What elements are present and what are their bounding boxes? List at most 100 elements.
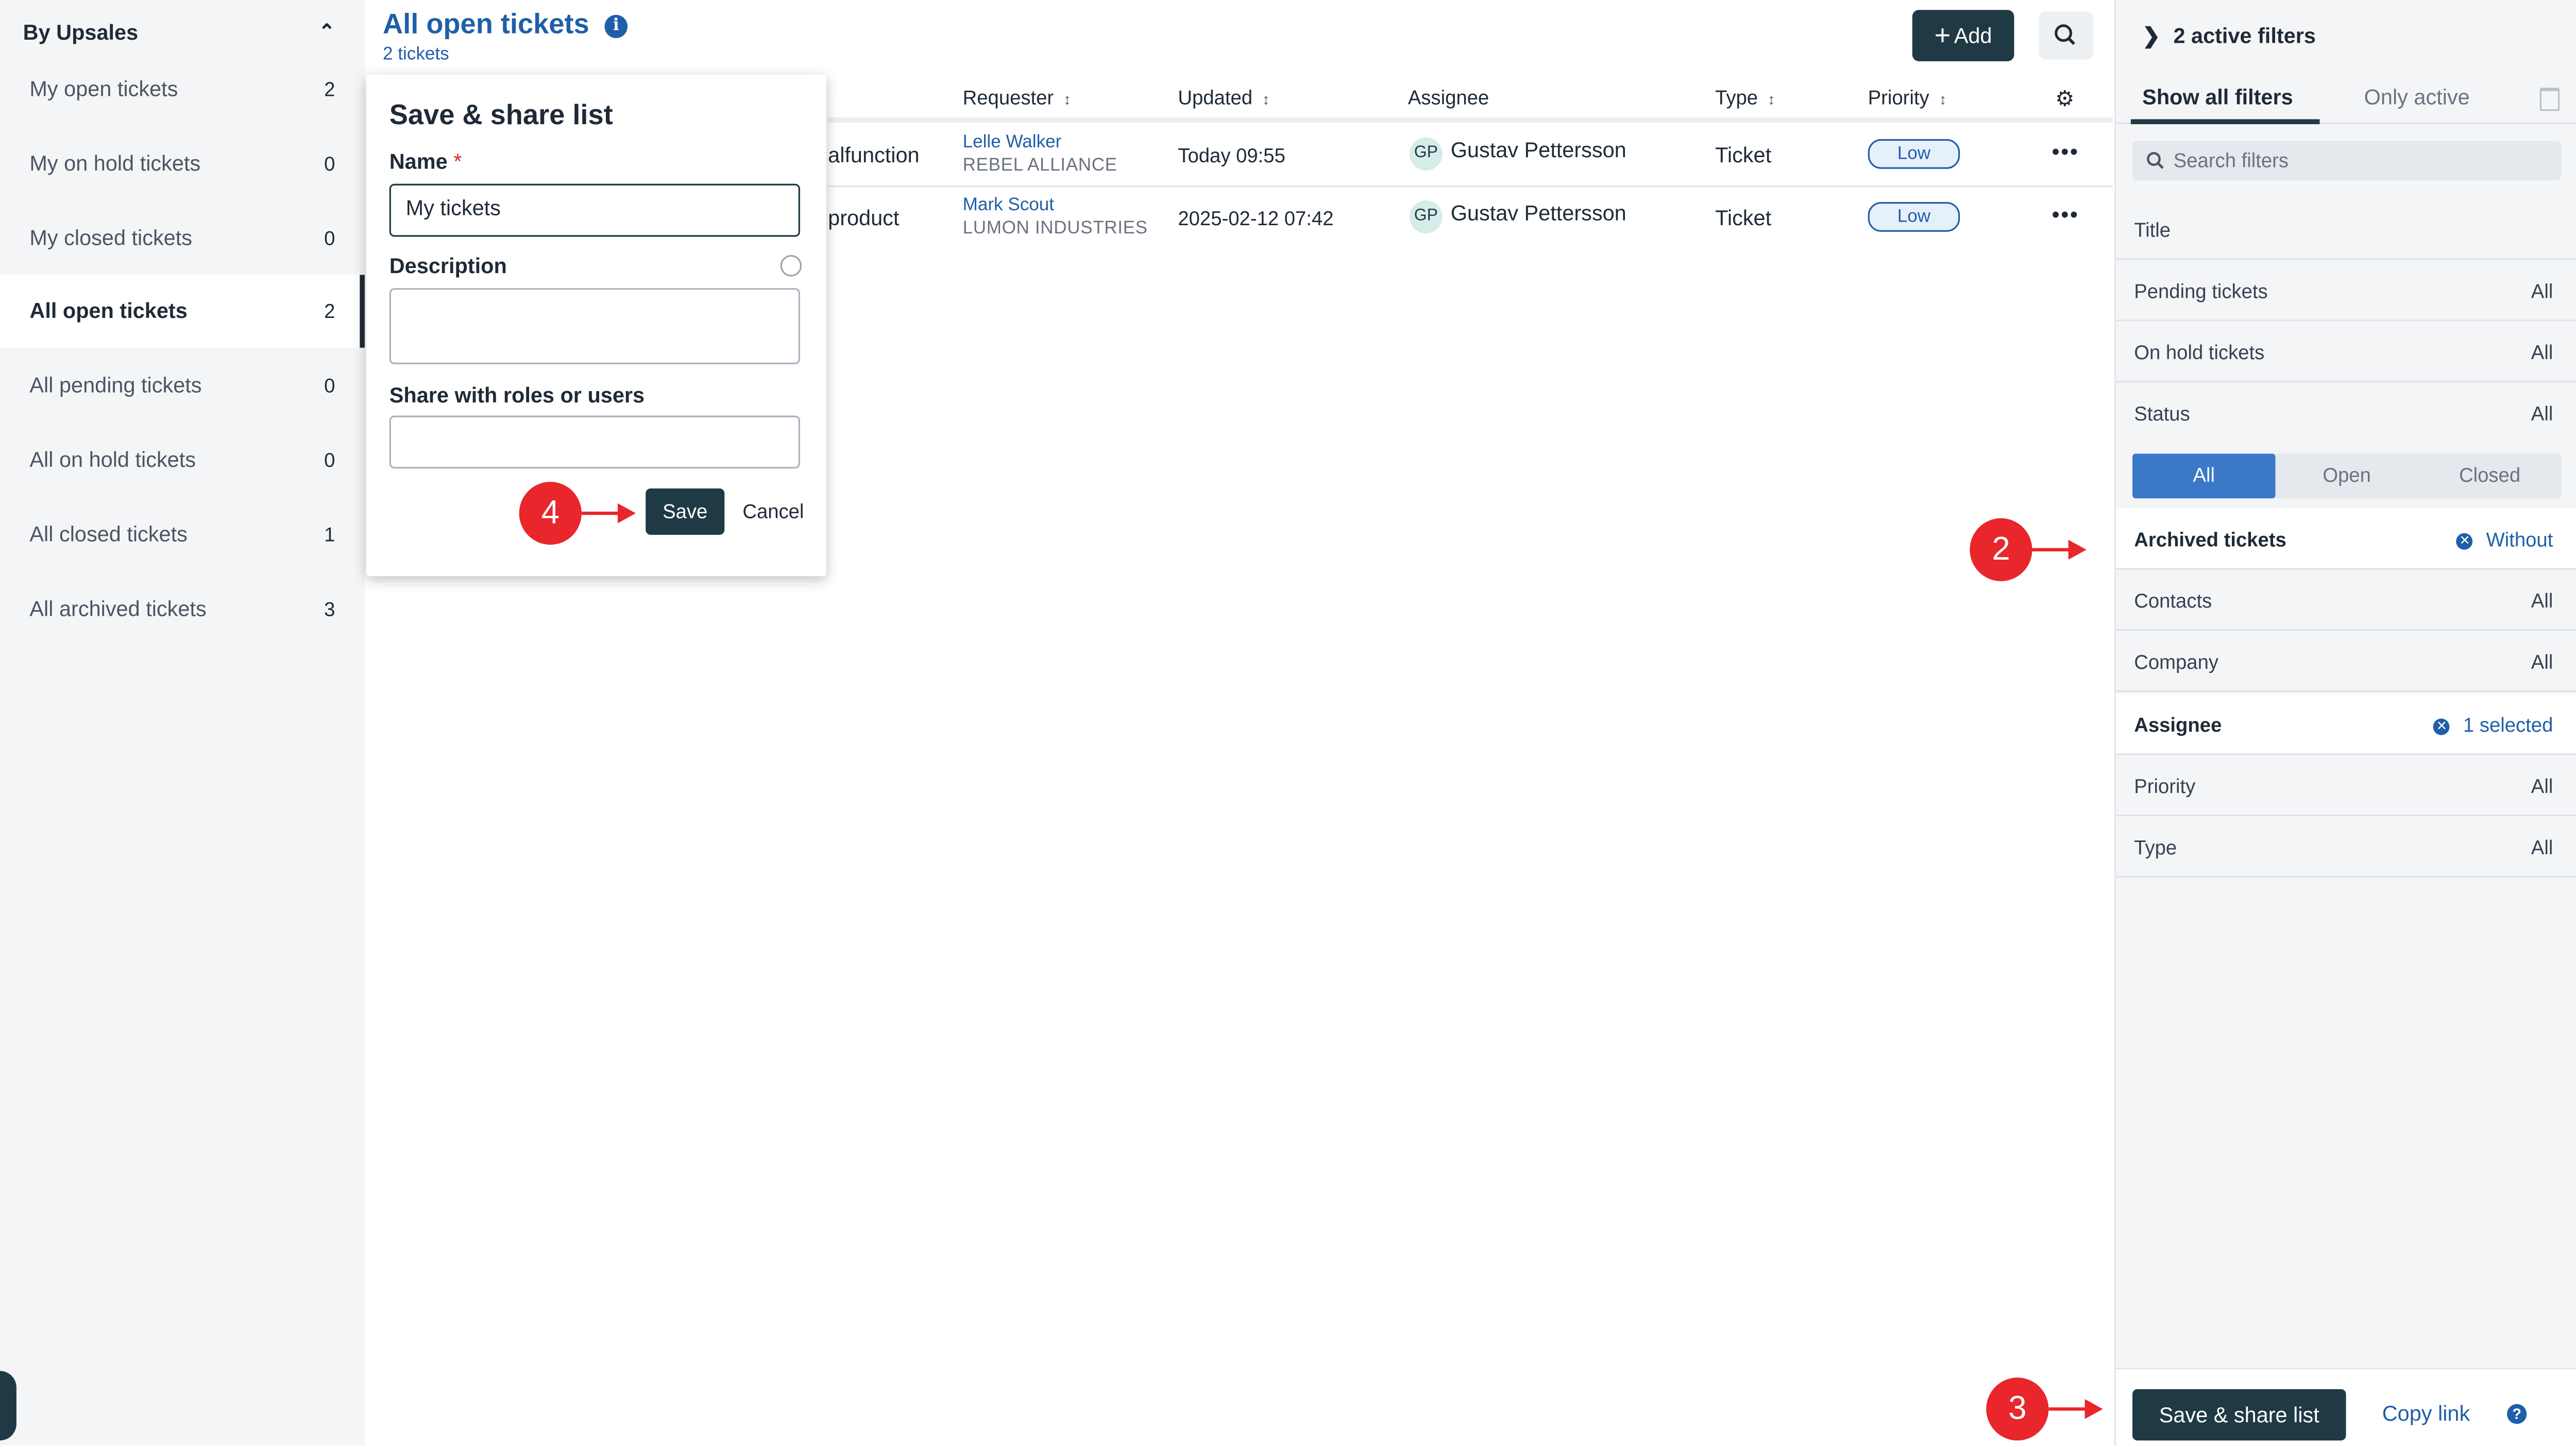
requester-name[interactable]: Lelle Walker (963, 132, 1062, 153)
tab-underline (2130, 119, 2320, 124)
ticket-subject[interactable]: alfunction (828, 142, 919, 167)
more-options-icon[interactable]: ••• (2052, 202, 2079, 227)
sidebar-item-count: 0 (324, 227, 335, 250)
radio-button[interactable] (780, 255, 802, 277)
chevron-up-icon[interactable]: ⌃ (318, 20, 335, 43)
plus-icon: + (1934, 20, 1951, 52)
sidebar-item-count: 2 (324, 78, 335, 101)
filter-search-input[interactable]: Search filters (2132, 141, 2562, 181)
filter-label: Company (2134, 650, 2218, 674)
updated-date: Today 09:55 (1178, 144, 1285, 167)
copy-link-button[interactable]: Copy link (2382, 1401, 2470, 1425)
sidebar-item-my-on-hold[interactable]: My on hold tickets 0 (0, 127, 365, 200)
gear-icon[interactable]: ⚙ (2055, 86, 2074, 112)
arrow-right-icon (581, 503, 636, 524)
sort-icon: ↕ (1063, 91, 1071, 108)
filter-value-text: Without (2486, 528, 2553, 551)
table-header-divider (828, 117, 2113, 123)
cancel-button[interactable]: Cancel (742, 500, 804, 523)
column-header-assignee[interactable]: Assignee (1408, 86, 1489, 109)
sidebar-item-all-pending[interactable]: All pending tickets 0 (0, 349, 365, 422)
filter-label: Status (2134, 402, 2190, 426)
filter-row-title[interactable]: Title (2116, 199, 2576, 260)
filter-row-priority[interactable]: Priority All (2116, 755, 2576, 817)
column-header-type[interactable]: Type ↕ (1715, 86, 1775, 109)
sidebar-item-count: 3 (324, 597, 335, 621)
sidebar-item-all-archived[interactable]: All archived tickets 3 (0, 573, 365, 646)
chat-bubble-button[interactable] (0, 1371, 16, 1441)
filter-value: All (2531, 775, 2553, 798)
filter-label: Title (2134, 218, 2171, 242)
column-header-requester[interactable]: Requester ↕ (963, 86, 1071, 109)
filter-panel-header[interactable]: ❯ 2 active filters (2142, 23, 2316, 49)
page-title: All open tickets (382, 8, 589, 40)
sidebar-item-all-closed[interactable]: All closed tickets 1 (0, 498, 365, 571)
requester-name[interactable]: Mark Scout (963, 195, 1054, 215)
column-header-updated[interactable]: Updated ↕ (1178, 86, 1269, 109)
share-label: Share with roles or users (389, 382, 645, 408)
sidebar-item-label: All open tickets (29, 298, 188, 323)
column-header-priority[interactable]: Priority ↕ (1868, 86, 1947, 109)
priority-badge: Low (1868, 139, 1960, 169)
clear-filter-icon[interactable]: ✕ (2433, 718, 2450, 735)
clear-filter-icon[interactable]: ✕ (2456, 533, 2473, 550)
priority-badge: Low (1868, 201, 1960, 232)
description-field[interactable] (389, 288, 800, 364)
search-icon (2147, 152, 2164, 169)
save-share-list-button[interactable]: Save & share list (2132, 1389, 2346, 1441)
filter-row-company[interactable]: Company All (2116, 631, 2576, 693)
share-field[interactable] (389, 415, 800, 469)
sidebar: By Upsales ⌃ My open tickets 2 My on hold… (0, 0, 365, 1445)
sidebar-item-all-on-hold[interactable]: All on hold tickets 0 (0, 424, 365, 497)
search-placeholder: Search filters (2173, 149, 2289, 173)
step-3-callout: 3 (1986, 1377, 2049, 1441)
assignee-name: Gustav Pettersson (1450, 200, 1626, 225)
requester-company[interactable]: LUMON INDUSTRIES (963, 218, 1148, 239)
add-button[interactable]: + Add (1912, 10, 2014, 61)
filter-value: All (2531, 341, 2553, 364)
status-option-closed[interactable]: Closed (2418, 453, 2561, 498)
filter-value: All (2531, 836, 2553, 860)
filter-value[interactable]: ✕ 1 selected (2433, 714, 2553, 737)
sidebar-item-all-open[interactable]: All open tickets 2 (0, 275, 365, 348)
sidebar-item-count: 0 (324, 152, 335, 176)
column-label: Assignee (1408, 86, 1489, 110)
filter-row-pending[interactable]: Pending tickets All (2116, 260, 2576, 322)
avatar: GP (1409, 200, 1443, 234)
tab-show-all-filters[interactable]: Show all filters (2142, 85, 2293, 109)
filter-label: Archived tickets (2134, 528, 2286, 551)
info-icon[interactable]: i (604, 14, 628, 38)
trash-icon[interactable] (2539, 88, 2560, 111)
filter-value[interactable]: ✕ Without (2456, 528, 2553, 551)
arrow-right-icon (2032, 540, 2087, 560)
filter-label: On hold tickets (2134, 341, 2265, 364)
requester-company[interactable]: REBEL ALLIANCE (963, 156, 1117, 176)
name-field[interactable]: My tickets (389, 183, 800, 237)
filter-row-assignee[interactable]: Assignee ✕ 1 selected (2116, 694, 2576, 755)
status-option-all[interactable]: All (2132, 453, 2276, 499)
filter-label: Assignee (2134, 713, 2222, 737)
sidebar-group-header[interactable]: By Upsales ⌃ (23, 20, 335, 53)
sidebar-item-my-open[interactable]: My open tickets 2 (0, 53, 365, 126)
status-segmented-control[interactable]: All Open Closed (2132, 453, 2562, 499)
search-button[interactable] (2039, 11, 2093, 60)
filter-row-archived[interactable]: Archived tickets ✕ Without (2116, 508, 2576, 570)
help-icon[interactable]: ? (2507, 1404, 2527, 1424)
assignee-name: Gustav Pettersson (1450, 137, 1626, 162)
status-option-open[interactable]: Open (2275, 453, 2418, 498)
sort-icon: ↕ (1768, 91, 1775, 108)
more-options-icon[interactable]: ••• (2052, 139, 2079, 164)
sort-icon: ↕ (1262, 91, 1270, 108)
sidebar-item-my-closed[interactable]: My closed tickets 0 (0, 202, 365, 275)
filter-panel-footer: Save & share list Copy link ? (2116, 1367, 2576, 1447)
sidebar-item-count: 0 (324, 374, 335, 398)
save-button[interactable]: Save (646, 488, 725, 535)
name-field-value: My tickets (405, 195, 501, 221)
tab-only-active[interactable]: Only active (2364, 85, 2470, 109)
sidebar-item-count: 2 (324, 299, 335, 323)
filter-row-contacts[interactable]: Contacts All (2116, 569, 2576, 631)
filter-row-on-hold[interactable]: On hold tickets All (2116, 321, 2576, 383)
name-label: Name * (389, 149, 462, 174)
ticket-subject[interactable]: product (828, 205, 899, 230)
filter-row-type[interactable]: Type All (2116, 816, 2576, 878)
